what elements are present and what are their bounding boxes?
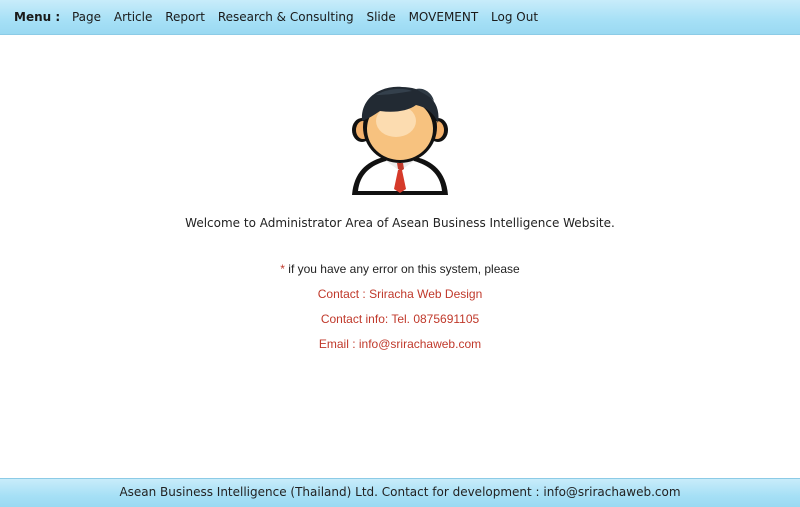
contact-phone: Contact info: Tel. 0875691105 — [320, 312, 480, 326]
menu-item-log-out[interactable]: Log Out — [491, 10, 538, 24]
menu-item-report[interactable]: Report — [165, 10, 205, 24]
footer-text: Asean Business Intelligence (Thailand) L… — [119, 485, 681, 499]
main-content: Welcome to Administrator Area of Asean B… — [0, 35, 800, 478]
menu-item-research-consulting[interactable]: Research & Consulting — [218, 10, 354, 24]
contact-email: Email : info@srirachaweb.com — [318, 337, 482, 351]
error-note: * if you have any error on this system, … — [0, 262, 800, 276]
footer-bar: Asean Business Intelligence (Thailand) L… — [0, 478, 800, 507]
menu-item-page[interactable]: Page — [72, 10, 101, 24]
main-menu: Menu : Page Article Report Research & Co… — [14, 10, 547, 24]
error-note-text: if you have any error on this system, pl… — [284, 262, 520, 276]
user-avatar-icon — [352, 86, 448, 195]
menu-item-slide[interactable]: Slide — [366, 10, 395, 24]
welcome-message: Welcome to Administrator Area of Asean B… — [185, 216, 615, 230]
contact-name: Contact : Sriracha Web Design — [317, 287, 483, 301]
top-menu-bar: Menu : Page Article Report Research & Co… — [0, 0, 800, 35]
menu-item-article[interactable]: Article — [114, 10, 153, 24]
menu-label: Menu : — [14, 10, 61, 24]
menu-item-movement[interactable]: MOVEMENT — [409, 10, 479, 24]
